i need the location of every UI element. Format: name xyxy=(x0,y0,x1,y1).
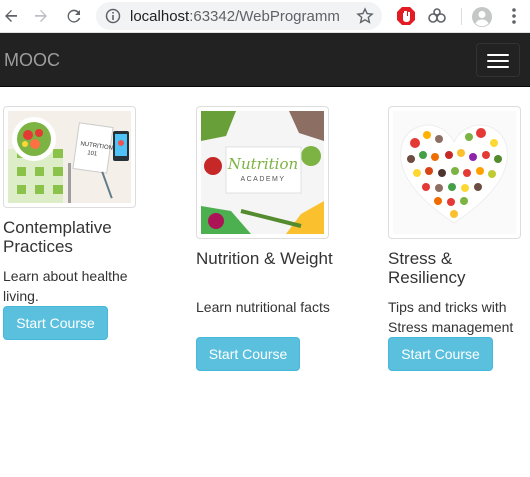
forward-icon[interactable] xyxy=(30,5,52,27)
food-heart-image xyxy=(393,111,516,234)
start-course-button[interactable]: Start Course xyxy=(3,306,108,340)
reload-icon[interactable] xyxy=(63,5,85,27)
svg-text:ACADEMY: ACADEMY xyxy=(240,176,285,183)
course-description: Learn nutritional facts xyxy=(196,299,330,315)
start-course-button[interactable]: Start Course xyxy=(196,337,300,371)
course-description: Learn about healthe living. xyxy=(3,268,128,304)
browser-toolbar: localhost:63342/WebProgrammi... xyxy=(0,0,530,33)
navbar: MOOC xyxy=(0,33,530,87)
hamburger-icon xyxy=(487,54,509,56)
course-title: Stress & Resiliency xyxy=(388,249,466,287)
adblock-extension-icon[interactable] xyxy=(396,6,416,31)
bookmark-star-icon[interactable] xyxy=(356,7,374,30)
course-thumbnail: NUTRITION 101 xyxy=(3,106,136,208)
back-icon[interactable] xyxy=(0,5,22,27)
navbar-brand[interactable]: MOOC xyxy=(4,50,60,71)
menu-kebab-icon[interactable] xyxy=(506,6,522,31)
toolbar-separator xyxy=(461,8,462,25)
extension-icon[interactable] xyxy=(427,6,447,31)
course-thumbnail xyxy=(388,106,521,239)
course-title: Nutrition & Weight xyxy=(196,249,333,268)
image-title-text: Nutrition xyxy=(227,155,298,173)
course-thumbnail: Nutrition ACADEMY xyxy=(196,106,329,239)
nutrition-101-image: NUTRITION 101 xyxy=(8,111,131,203)
url-text: localhost:63342/WebProgrammi... xyxy=(130,8,340,25)
address-bar[interactable]: localhost:63342/WebProgrammi... xyxy=(96,2,382,30)
start-course-button[interactable]: Start Course xyxy=(388,337,493,371)
nutrition-academy-image: Nutrition ACADEMY xyxy=(201,111,324,234)
info-icon[interactable] xyxy=(105,8,121,29)
navbar-toggle-button[interactable] xyxy=(476,43,520,77)
course-description: Tips and tricks with Stress management xyxy=(388,299,514,335)
course-title: Contemplative Practices xyxy=(3,218,112,256)
profile-avatar-icon[interactable] xyxy=(471,6,493,33)
